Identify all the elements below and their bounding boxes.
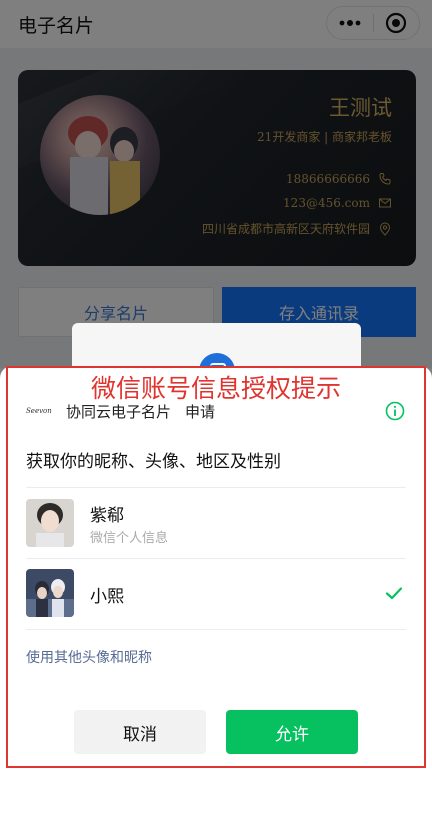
- annotation-frame: [6, 366, 426, 768]
- annotation-label: 微信账号信息授权提示: [90, 374, 341, 403]
- page: 电子名片: [0, 0, 432, 815]
